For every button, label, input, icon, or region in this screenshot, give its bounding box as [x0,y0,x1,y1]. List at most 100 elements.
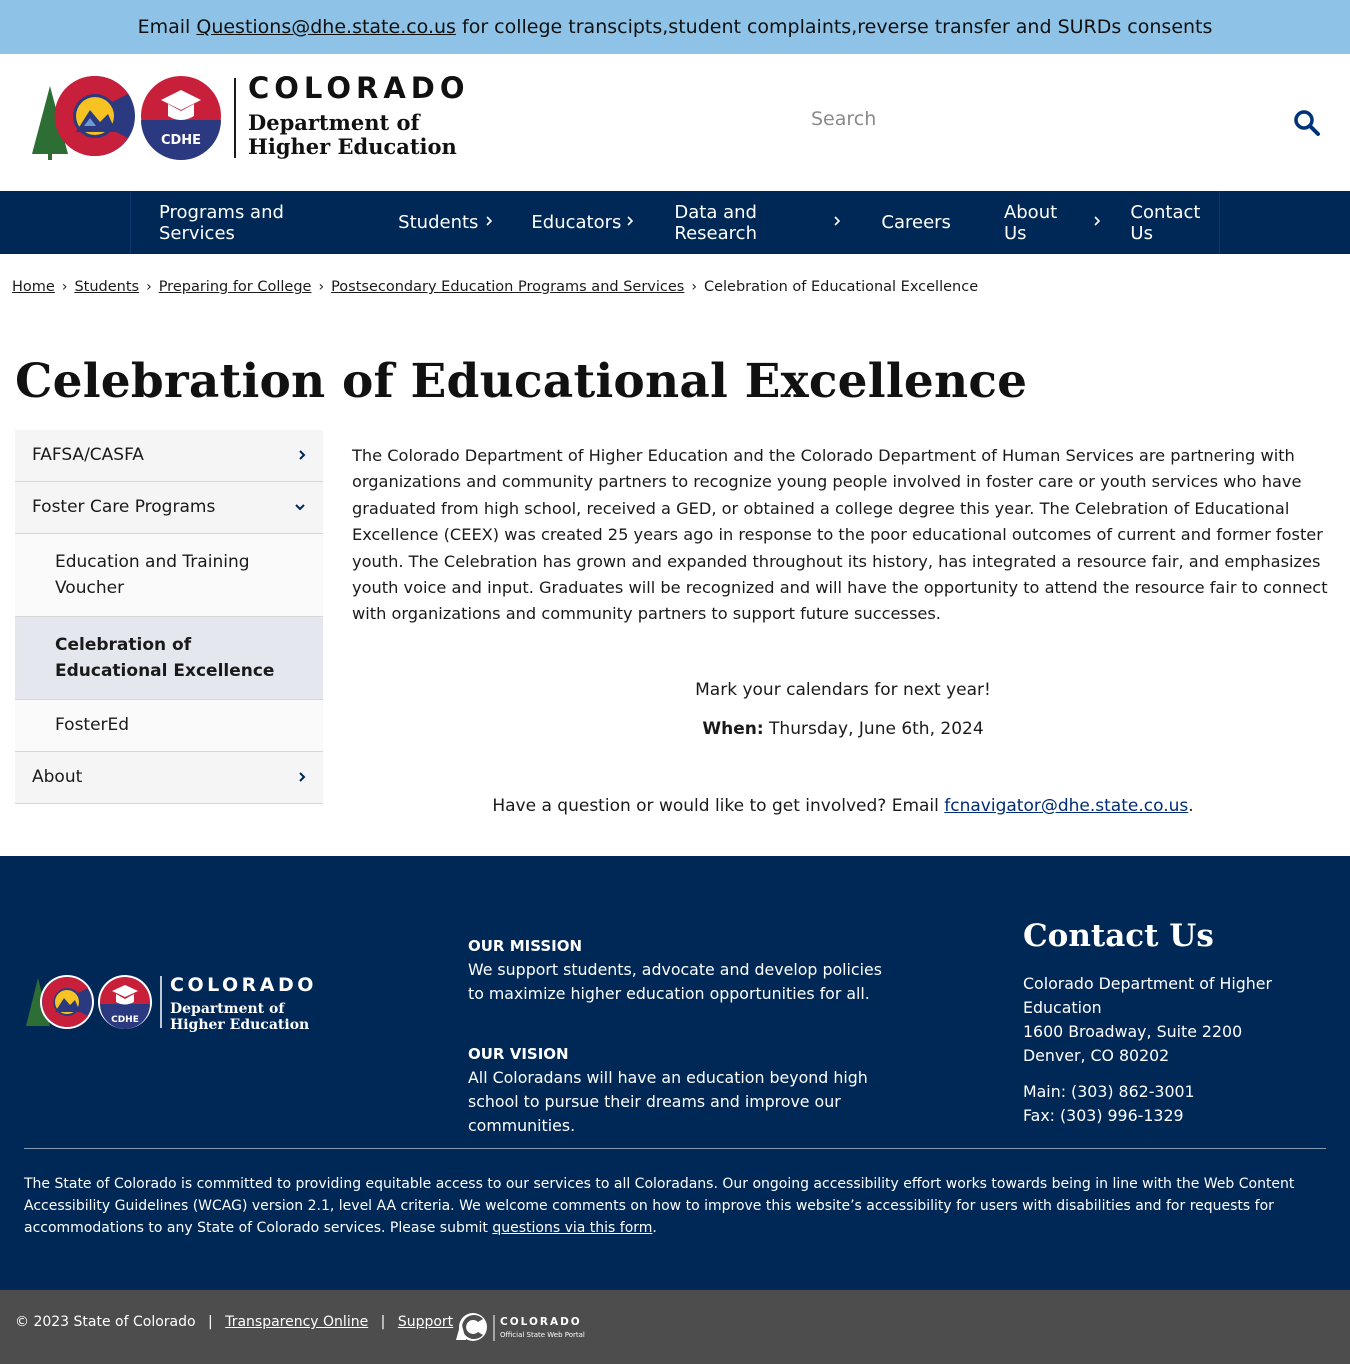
nav-data-and-research[interactable]: Data and Research [674,191,841,254]
breadcrumb-preparing-for-college[interactable]: Preparing for College [159,279,312,295]
alert-email-link[interactable]: Questions@dhe.state.co.us [196,16,456,38]
nav-label: Students [398,212,479,233]
when-label: When: [702,719,764,739]
contact-fax: Fax: (303) 996-1329 [1023,1106,1184,1125]
pipe-separator: | [380,1314,386,1330]
portal-logo-sub: Official State Web Portal [500,1331,585,1339]
breadcrumb-separator: › [691,279,697,295]
event-date: When: Thursday, June 6th, 2024 [352,719,1334,739]
contact-org: Colorado Department of Higher Education [1023,974,1273,1017]
breadcrumb-home[interactable]: Home [12,279,55,295]
breadcrumb-separator: › [61,279,68,295]
search-input[interactable] [800,94,1260,144]
chevron-right-icon[interactable] [297,769,307,785]
contact-city: Denver, CO 80202 [1023,1046,1170,1065]
breadcrumb-current: Celebration of Educational Excellence [703,279,979,295]
nav-about-us[interactable]: About Us [1003,191,1101,254]
sidebar-item-celebration[interactable]: Celebration of Educational Excellence [15,617,323,700]
cdhe-logo[interactable]: CDHE COLORADO Department of Higher Educa… [28,71,488,174]
footer-logo-badge: CDHE [111,1015,139,1025]
sidebar-item-label: FosterEd [55,715,130,735]
breadcrumb: Home › Students › Preparing for College … [12,279,978,295]
mission-block: OUR MISSION We support students, advocat… [468,934,898,1006]
footer-logo-state: COLORADO [170,974,317,996]
nav-label: About Us [1003,201,1058,244]
breadcrumb-students[interactable]: Students [74,279,139,295]
main-content: The Colorado Department of Higher Educat… [352,443,1330,628]
colorado-official-portal-logo[interactable]: COLORADO Official State Web Portal [454,1312,604,1346]
question-line: Have a question or would like to get inv… [352,796,1334,816]
fcnavigator-email-link[interactable]: fcnavigator@dhe.state.co.us [944,796,1188,816]
breadcrumb-separator: › [318,279,325,295]
chevron-down-icon[interactable] [293,499,307,515]
mission-text: We support students, advocate and develo… [468,960,882,1003]
pipe-separator: | [208,1314,213,1330]
colorado-portal-logo-mark: COLORADO Official State Web Portal [456,1313,585,1341]
sidebar-item-label: FAFSA/CASFA [32,445,144,465]
footer-logo-mark: CDHE COLORADO Department of Higher Educa… [26,974,317,1033]
sidebar-nav: FAFSA/CASFA Foster Care Programs Educati… [15,430,323,804]
nav-educators[interactable]: Educators [531,191,634,254]
nav-students[interactable]: Students [398,191,493,254]
accessibility-statement: The State of Colorado is committed to pr… [24,1174,1324,1239]
contact-main-phone[interactable]: Main: (303) 862-3001 [1023,1080,1343,1104]
chevron-right-icon[interactable] [297,447,307,463]
mission-heading: OUR MISSION [468,937,583,955]
sidebar-item-fafsa-casfa[interactable]: FAFSA/CASFA [15,430,323,482]
alert-banner: Email Questions@dhe.state.co.us for coll… [0,0,1350,54]
page-title: Celebration of Educational Excellence [15,354,1028,409]
nav-label: Programs and Services [159,201,284,244]
footer-logo-dept1: Department of [170,1001,285,1017]
contact-block: Contact Us Colorado Department of Higher… [1023,918,1343,1128]
mark-calendar-text: Mark your calendars for next year! [695,680,991,700]
support-link[interactable]: Support [398,1314,453,1330]
footer-divider [24,1148,1326,1149]
breadcrumb-postsecondary[interactable]: Postsecondary Education Programs and Ser… [331,279,684,295]
accessibility-form-link[interactable]: questions via this form [492,1220,652,1236]
portal-logo-state: COLORADO [500,1316,582,1328]
when-value: Thursday, June 6th, 2024 [769,719,984,739]
logo-badge-text: CDHE [161,133,201,148]
copyright-text: © 2023 State of Colorado [15,1314,196,1330]
cdhe-logo-mark: CDHE COLORADO Department of Higher Educa… [32,71,470,160]
nav-label: Educators [531,212,622,233]
contact-heading: Contact Us [1023,918,1214,954]
footer-logo-dept2: Higher Education [170,1017,309,1033]
logo-dept-line1: Department of [248,110,421,135]
chevron-right-icon[interactable] [625,213,635,229]
search-button[interactable] [1285,101,1329,145]
breadcrumb-separator: › [146,279,152,295]
site-footer: CDHE COLORADO Department of Higher Educa… [0,856,1350,1290]
chevron-right-icon[interactable] [832,213,842,229]
question-suffix: . [1188,796,1194,816]
sidebar-item-label: About [32,767,83,787]
sidebar-item-label: Celebration of Educational Excellence [55,635,275,681]
search-icon [1294,110,1320,136]
sidebar-item-foster-care-programs[interactable]: Foster Care Programs [15,482,323,534]
vision-heading: OUR VISION [468,1045,569,1063]
site-header: CDHE COLORADO Department of Higher Educa… [0,54,1350,191]
chevron-right-icon[interactable] [484,213,494,229]
main-nav: Programs and Services Students Educators… [0,191,1350,254]
nav-label: Contact Us [1130,201,1201,244]
nav-programs-and-services[interactable]: Programs and Services [159,191,345,254]
accessibility-end: . [652,1219,657,1236]
vision-text: All Coloradans will have an education be… [468,1068,868,1135]
logo-dept-line2: Higher Education [248,134,457,159]
footer-cdhe-logo[interactable]: CDHE COLORADO Department of Higher Educa… [24,974,334,1034]
sidebar-item-label: Foster Care Programs [32,497,216,517]
sidebar-item-education-training-voucher[interactable]: Education and Training Voucher [15,534,323,617]
sidebar-item-fostered[interactable]: FosterEd [15,700,323,752]
copyright-line: © 2023 State of Colorado | Transparency … [15,1314,453,1330]
alert-prefix: Email [137,16,191,38]
nav-contact-us[interactable]: Contact Us [1130,191,1219,254]
transparency-online-link[interactable]: Transparency Online [225,1314,368,1330]
sidebar-item-about[interactable]: About [15,752,323,804]
chevron-right-icon[interactable] [1092,213,1102,229]
intro-paragraph: The Colorado Department of Higher Educat… [352,446,1328,624]
nav-label: Data and Research [674,201,757,244]
accessibility-text: The State of Colorado is committed to pr… [24,1176,1295,1236]
sidebar-item-label: Education and Training Voucher [55,552,250,598]
logo-state-text: COLORADO [248,74,470,105]
nav-careers[interactable]: Careers [881,191,951,254]
